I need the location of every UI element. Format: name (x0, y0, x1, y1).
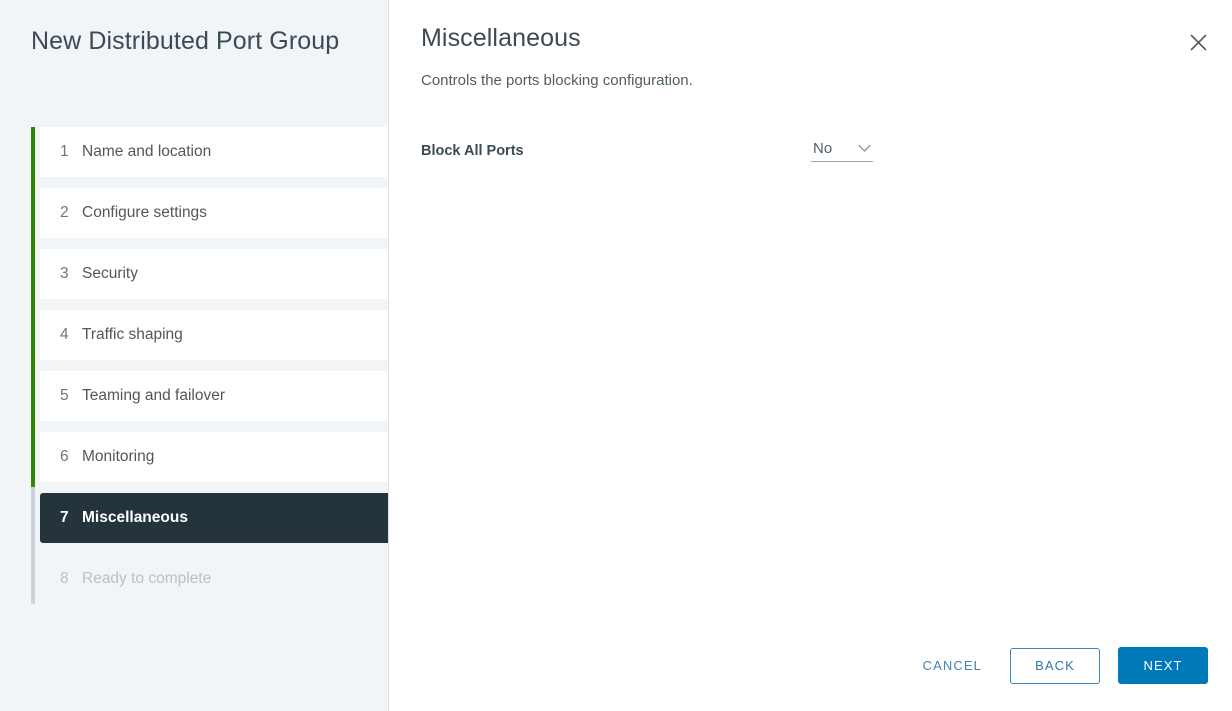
progress-rail-fill (31, 127, 35, 487)
misc-form: Block All Ports No (421, 134, 1200, 168)
sidebar-step-teaming-and-failover[interactable]: 5 Teaming and failover (40, 371, 388, 421)
step-number: 6 (60, 448, 69, 465)
sidebar-step-miscellaneous[interactable]: 7 Miscellaneous (40, 493, 388, 543)
chevron-down-icon (858, 144, 871, 153)
close-icon (1190, 34, 1206, 50)
close-button[interactable] (1184, 28, 1212, 56)
progress-rail (31, 127, 35, 604)
new-distributed-port-group-wizard: New Distributed Port Group 1 Name and lo… (0, 0, 1232, 711)
step-label: Miscellaneous (82, 509, 188, 526)
wizard-title: New Distributed Port Group (31, 27, 340, 55)
block-all-ports-label: Block All Ports (421, 143, 524, 159)
page-subtitle: Controls the ports blocking configuratio… (421, 72, 693, 89)
sidebar-step-ready-to-complete: 8 Ready to complete (40, 554, 388, 604)
step-number: 2 (60, 204, 69, 221)
cancel-button[interactable]: CANCEL (905, 648, 1000, 684)
step-label: Traffic shaping (82, 326, 183, 343)
step-label: Configure settings (82, 204, 207, 221)
block-all-ports-value: No (813, 140, 833, 157)
sidebar-step-configure-settings[interactable]: 2 Configure settings (40, 188, 388, 238)
wizard-footer: CANCEL BACK NEXT (905, 647, 1208, 684)
wizard-content-pane: Miscellaneous Controls the ports blockin… (389, 0, 1232, 711)
step-label: Ready to complete (82, 570, 212, 587)
sidebar-step-name-and-location[interactable]: 1 Name and location (40, 127, 388, 177)
back-button[interactable]: BACK (1010, 647, 1100, 684)
sidebar-step-security[interactable]: 3 Security (40, 249, 388, 299)
page-title: Miscellaneous (421, 24, 581, 52)
step-number: 8 (60, 570, 69, 587)
next-button[interactable]: NEXT (1118, 647, 1208, 684)
step-number: 1 (60, 143, 69, 160)
step-number: 3 (60, 265, 69, 282)
sidebar-step-monitoring[interactable]: 6 Monitoring (40, 432, 388, 482)
step-number: 5 (60, 387, 69, 404)
wizard-step-list: 1 Name and location 2 Configure settings… (40, 127, 388, 615)
step-label: Teaming and failover (82, 387, 226, 404)
wizard-sidebar: New Distributed Port Group 1 Name and lo… (0, 0, 389, 711)
sidebar-step-traffic-shaping[interactable]: 4 Traffic shaping (40, 310, 388, 360)
block-all-ports-select[interactable]: No (811, 140, 873, 162)
block-all-ports-row: Block All Ports No (421, 134, 1200, 168)
step-label: Name and location (82, 143, 212, 160)
step-label: Security (82, 265, 138, 282)
step-number: 7 (60, 509, 69, 526)
step-number: 4 (60, 326, 69, 343)
step-label: Monitoring (82, 448, 155, 465)
